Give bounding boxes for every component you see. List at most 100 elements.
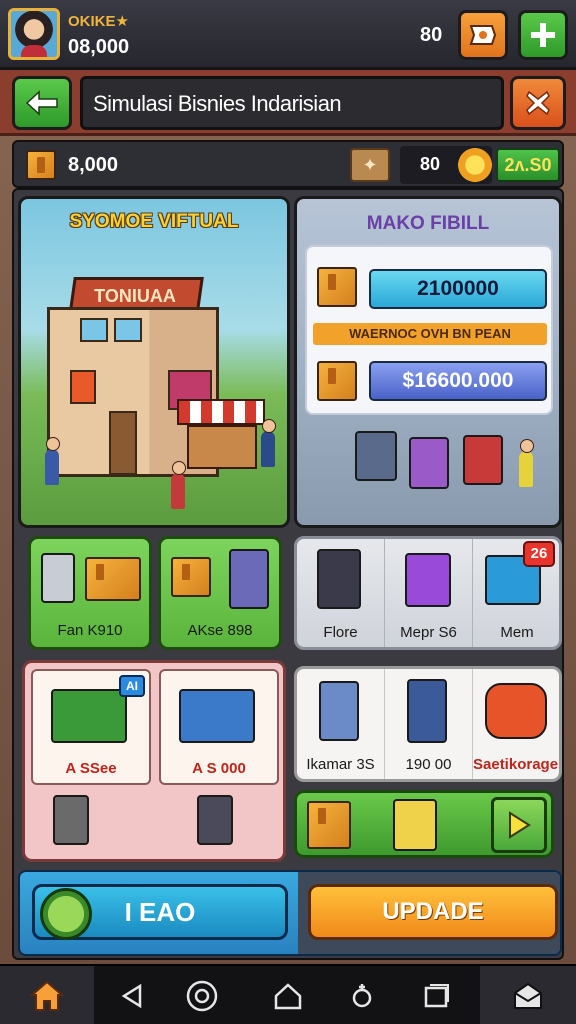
terminal-icon <box>317 549 361 609</box>
crate-icon <box>26 150 56 180</box>
upgrade-item[interactable]: 190 00 <box>385 669 473 779</box>
resource-coins: 8,000 <box>68 154 119 176</box>
premium-currency[interactable]: 2ʌ.S0 <box>496 148 560 182</box>
crate-icon <box>307 801 351 849</box>
box-icon <box>85 557 141 601</box>
equipment-panel: Flore Mepr S6 Mem 26 <box>294 536 562 650</box>
store-panel[interactable]: SYOMOE VIFTUAL TONIUAA <box>18 196 290 528</box>
upgrades-panel: Ikamar 3S 190 00 Saetikorages <box>294 666 562 782</box>
warning-strip: WAERNOC OVH BN PEAN <box>313 323 547 345</box>
cash-register-icon <box>393 799 437 851</box>
player-coins: 08,000 <box>68 36 130 58</box>
ticket-icon <box>469 25 497 45</box>
house-outline-icon <box>274 983 302 1010</box>
upgrade-label: Saetikorages <box>473 756 562 773</box>
vending-machine-icon <box>409 437 449 489</box>
worker-figure <box>45 437 60 485</box>
property-price: A S 000 <box>192 760 246 777</box>
equipment-item[interactable]: Mepr S6 <box>385 539 473 647</box>
ai-badge: AI <box>119 675 145 697</box>
property-card[interactable]: A S 000 <box>159 669 279 785</box>
main-board: SYOMOE VIFTUAL TONIUAA MAKO FIBILL 21000… <box>12 188 564 960</box>
sparkle-icon <box>352 984 372 1008</box>
upgrade-item[interactable]: Saetikorages <box>473 669 562 779</box>
upgrade-item[interactable]: Ikamar 3S <box>297 669 385 779</box>
title-bar: Simulasi Bisnies Indarisian <box>0 70 576 136</box>
finance-card: 2100000 WAERNOC OVH BN PEAN $16600.000 <box>305 245 553 415</box>
upgrade-button[interactable]: UPDADE <box>308 884 558 940</box>
revenue-value[interactable]: 2100000 <box>369 269 547 309</box>
nav-back-button[interactable] <box>112 976 152 1016</box>
equipment-item[interactable]: Flore <box>297 539 385 647</box>
finance-title: MAKO FIBILL <box>366 213 490 234</box>
shop-card-label: Fan K910 <box>57 622 123 639</box>
clerk-figure <box>519 439 534 487</box>
property-panel: AI A SSee A S 000 <box>22 660 286 862</box>
fridge-icon <box>319 681 359 741</box>
nav-mail-button[interactable] <box>480 966 576 1024</box>
play-button[interactable] <box>491 797 547 853</box>
office-building-icon <box>179 689 255 743</box>
assistant-icon <box>186 980 218 1012</box>
wings-icon[interactable]: ✦ <box>350 148 390 182</box>
phone-icon <box>229 549 269 609</box>
triangle-back-icon <box>121 983 142 1009</box>
equipment-label: Flore <box>323 624 358 641</box>
add-button[interactable] <box>518 10 568 60</box>
rewards-button[interactable] <box>458 10 508 60</box>
shopkeeper-figure <box>261 419 276 467</box>
shop-card-akse[interactable]: AKse 898 <box>158 536 282 650</box>
close-icon <box>526 90 550 116</box>
safe-icon <box>405 553 451 607</box>
nav-home-button[interactable] <box>0 966 94 1024</box>
money-box-icon <box>317 267 357 307</box>
action-row: I EAO UPDADE <box>18 870 562 956</box>
production-bar <box>294 790 554 858</box>
atm-machine-icon <box>355 431 397 481</box>
resource-bar: 8,000 ✦ 80 2ʌ.S0 <box>12 140 564 188</box>
card-reader-icon <box>53 795 89 845</box>
back-button[interactable] <box>12 76 72 130</box>
cash-box-icon <box>317 361 357 401</box>
shop-card-label: AKse 898 <box>187 622 253 639</box>
player-name: OKIKE★ <box>68 13 129 30</box>
recents-icon <box>424 984 449 1008</box>
nav-assistant-button[interactable] <box>182 976 222 1016</box>
property-card[interactable]: AI A SSee <box>31 669 151 785</box>
balance-value[interactable]: $16600.000 <box>369 361 547 401</box>
upgrade-label: 190 00 <box>405 756 452 773</box>
notification-badge: 26 <box>523 541 555 567</box>
gold-gem-icon <box>458 148 492 182</box>
nav-sparkle-button[interactable] <box>342 976 382 1016</box>
bottom-nav <box>0 964 576 1024</box>
resource-count: 80 <box>420 154 441 174</box>
box-icon <box>171 557 211 597</box>
nav-recents-button[interactable] <box>416 976 456 1016</box>
customer-figure <box>171 461 186 509</box>
close-button[interactable] <box>510 76 566 130</box>
tablet-icon <box>197 795 233 845</box>
plus-icon <box>531 23 555 47</box>
store-door <box>109 411 137 475</box>
player-avatar[interactable] <box>8 8 60 60</box>
top-bar: OKIKE★ 08,000 80 <box>0 0 576 70</box>
home-icon <box>29 980 65 1011</box>
build-icon[interactable] <box>40 888 92 940</box>
kiosk-machine-icon <box>463 435 503 485</box>
property-price: A SSee <box>65 760 117 777</box>
vending-icon <box>407 679 447 743</box>
page-title: Simulasi Bisnies Indarisian <box>80 76 504 130</box>
market-stall <box>187 425 257 469</box>
mail-icon <box>514 982 542 1009</box>
upgrade-label: Ikamar 3S <box>306 756 375 773</box>
finance-panel: MAKO FIBILL 2100000 WAERNOC OVH BN PEAN … <box>294 196 562 528</box>
equipment-label: Mepr S6 <box>400 624 457 641</box>
shop-card-fan[interactable]: Fan K910 <box>28 536 152 650</box>
nav-house-button[interactable] <box>268 976 308 1016</box>
washer-icon <box>41 553 75 603</box>
arrow-left-icon <box>25 90 58 116</box>
play-icon <box>509 811 531 839</box>
market-awning <box>177 399 265 425</box>
store-title: SYOMOE VIFTUAL <box>69 211 239 232</box>
sofa-icon <box>485 683 547 739</box>
